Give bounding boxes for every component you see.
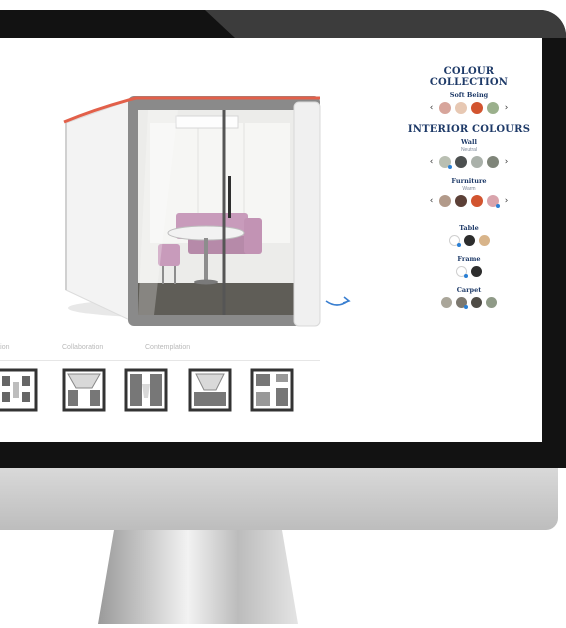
- frame-swatches: [404, 266, 534, 278]
- chevron-left-icon[interactable]: ‹: [428, 195, 435, 207]
- monitor-chin: [0, 468, 558, 530]
- collection-swatches: ‹ ›: [404, 102, 534, 114]
- frame-label: Frame: [457, 255, 481, 263]
- swatch[interactable]: [441, 297, 452, 308]
- wall-sublabel: Neutral: [460, 147, 478, 153]
- table-swatches: [404, 235, 534, 247]
- swatch[interactable]: [471, 195, 483, 207]
- layout-thumbnail[interactable]: [248, 368, 296, 412]
- carpet-label: Carpet: [456, 286, 482, 294]
- swatch[interactable]: [471, 266, 482, 277]
- chevron-right-icon[interactable]: ›: [503, 156, 510, 168]
- wall-swatches: ‹ ›: [404, 156, 534, 169]
- interior-colours-title: INTERIOR COLOURS: [407, 124, 531, 135]
- rotate-icon[interactable]: [322, 293, 352, 309]
- swatch[interactable]: [487, 156, 499, 168]
- swatch[interactable]: [471, 156, 483, 168]
- swatch[interactable]: [486, 297, 497, 308]
- furniture-swatches: ‹ ›: [404, 195, 534, 208]
- swatch[interactable]: [471, 102, 483, 114]
- layout-thumbnail[interactable]: [0, 368, 40, 412]
- chevron-left-icon[interactable]: ‹: [428, 156, 435, 168]
- swatch[interactable]: [455, 195, 467, 207]
- colour-panel: COLOUR COLLECTION Soft Being ‹ › INTERIO…: [404, 66, 534, 309]
- furniture-label: Furniture: [451, 177, 487, 185]
- swatch[interactable]: [471, 297, 482, 308]
- pod-illustration[interactable]: [58, 68, 328, 328]
- bezel-gloss: [205, 10, 566, 38]
- layout-thumbnail[interactable]: [60, 368, 108, 412]
- chevron-left-icon[interactable]: ‹: [428, 102, 435, 114]
- swatch[interactable]: [439, 195, 451, 207]
- colour-collection-title: COLOUR COLLECTION: [429, 66, 509, 88]
- selected-dot-icon: [496, 204, 500, 208]
- swatch[interactable]: [439, 156, 452, 169]
- layout-thumbnail[interactable]: [186, 368, 234, 412]
- chevron-right-icon[interactable]: ›: [503, 195, 510, 207]
- chevron-right-icon[interactable]: ›: [503, 102, 510, 114]
- furniture-sublabel: Warm: [462, 186, 476, 192]
- swatch[interactable]: [478, 235, 490, 246]
- mode-tabs: ration Collaboration Contemplation: [0, 340, 320, 361]
- selected-dot-icon: [464, 305, 468, 309]
- wall-label: Wall: [461, 138, 477, 146]
- selected-dot-icon: [464, 274, 468, 278]
- swatch[interactable]: [463, 235, 475, 246]
- colour-collection-subtitle: Soft Being: [449, 91, 489, 99]
- selected-dot-icon: [456, 243, 461, 247]
- tab-contemplation[interactable]: Contemplation: [145, 344, 190, 351]
- tab-collaboration[interactable]: Collaboration: [62, 344, 103, 351]
- swatch[interactable]: [456, 266, 468, 278]
- swatch[interactable]: [456, 297, 468, 309]
- swatch[interactable]: [455, 156, 467, 168]
- swatch[interactable]: [439, 102, 451, 114]
- swatch[interactable]: [455, 102, 467, 114]
- swatch[interactable]: [448, 235, 461, 247]
- monitor-stand: [98, 530, 298, 624]
- configurator-screen: ration Collaboration Contemplation COLOU…: [0, 38, 542, 442]
- tab-ration[interactable]: ration: [0, 344, 10, 351]
- swatch[interactable]: [487, 102, 499, 114]
- selected-dot-icon: [448, 165, 452, 169]
- swatch[interactable]: [487, 195, 500, 208]
- carpet-swatches: [404, 297, 534, 309]
- layout-thumbnail[interactable]: [122, 368, 170, 412]
- table-label: Table: [459, 224, 479, 232]
